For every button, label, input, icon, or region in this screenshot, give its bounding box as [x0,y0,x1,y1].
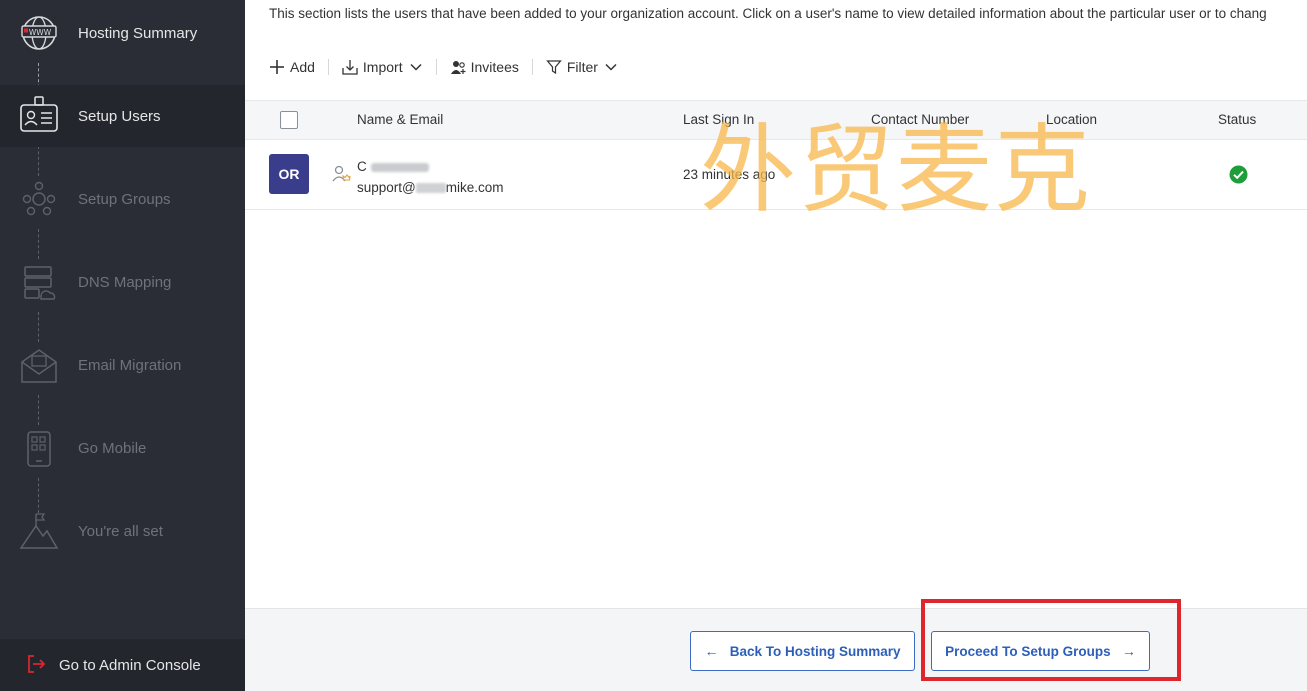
add-user-button[interactable]: Add [269,59,315,75]
invitees-label: Invitees [470,59,519,75]
globe-www-icon: WWW [16,10,62,56]
dns-server-icon [16,259,62,305]
user-card-icon [16,93,62,139]
column-header-name-email[interactable]: Name & Email [357,112,443,127]
avatar: OR [269,154,309,194]
sidebar-step-all-set[interactable]: You're all set [0,500,245,562]
sidebar-step-go-mobile[interactable]: Go Mobile [0,417,245,479]
redacted-text [370,162,429,172]
column-header-last-sign-in[interactable]: Last Sign In [683,112,754,127]
proceed-to-setup-groups-button[interactable]: Proceed To Setup Groups → [931,631,1150,671]
table-row[interactable]: OR C support@ mike.com 23 minutes ago [245,140,1307,210]
chevron-down-icon [605,63,617,71]
section-description: This section lists the users that have b… [269,6,1267,21]
filter-icon [546,60,562,75]
go-to-admin-console[interactable]: Go to Admin Console [0,639,245,691]
invitees-icon [450,61,466,74]
sidebar-step-label: Setup Users [78,107,161,125]
setup-sidebar: WWW Hosting Summary Setup Users Setup Gr… [0,0,245,691]
admin-console-label: Go to Admin Console [59,656,201,674]
sidebar-step-hosting-summary[interactable]: WWW Hosting Summary [0,2,245,64]
sidebar-step-setup-users[interactable]: Setup Users [0,85,245,147]
sidebar-step-setup-groups[interactable]: Setup Groups [0,168,245,230]
sidebar-step-label: Email Migration [78,356,182,374]
main-content: This section lists the users that have b… [245,0,1307,691]
mountain-flag-icon [16,508,62,554]
add-label: Add [290,59,315,75]
sidebar-step-label: You're all set [78,522,163,540]
sidebar-step-dns-mapping[interactable]: DNS Mapping [0,251,245,313]
sidebar-step-label: Setup Groups [78,190,171,208]
filter-dropdown[interactable]: Filter [546,59,618,75]
arrow-right-icon: → [1121,643,1136,659]
email-prefix: support@ [357,180,416,195]
user-email: support@ mike.com [357,180,504,195]
arrow-left-icon: ← [704,643,719,659]
sidebar-step-label: Go Mobile [78,439,147,457]
users-table-header: Name & Email Last Sign In Contact Number… [245,100,1307,140]
svg-text:WWW: WWW [29,28,52,37]
status-active-icon [1229,165,1248,189]
sidebar-step-label: Hosting Summary [78,24,198,42]
chevron-down-icon [410,63,422,71]
column-header-contact-number[interactable]: Contact Number [871,112,969,127]
exit-icon [26,654,46,679]
envelope-icon [16,342,62,388]
back-to-hosting-summary-button[interactable]: ← Back To Hosting Summary [690,631,915,671]
filter-label: Filter [566,59,598,75]
plus-icon [270,60,284,74]
toolbar-divider [327,59,329,75]
proceed-button-label: Proceed To Setup Groups [945,643,1111,659]
users-toolbar: Add Import Invitees Filter [269,52,618,82]
sidebar-step-label: DNS Mapping [78,273,172,291]
toolbar-divider [435,59,437,75]
toolbar-divider [531,59,533,75]
mobile-icon [16,425,62,471]
user-name[interactable]: C [357,159,429,174]
column-header-status[interactable]: Status [1218,112,1256,127]
import-dropdown[interactable]: Import [342,59,423,75]
admin-user-icon [331,164,351,189]
back-button-label: Back To Hosting Summary [729,643,901,659]
redacted-text [415,183,446,194]
group-icon [16,176,62,222]
user-name-text: C [357,159,367,174]
column-header-location[interactable]: Location [1046,112,1097,127]
email-suffix: mike.com [445,180,504,195]
wizard-footer: ← Back To Hosting Summary Proceed To Set… [245,599,1307,691]
select-all-checkbox[interactable] [280,111,298,129]
last-sign-in-value: 23 minutes ago [683,167,776,182]
sidebar-step-email-migration[interactable]: Email Migration [0,334,245,396]
invitees-button[interactable]: Invitees [450,59,519,75]
import-icon [342,60,358,75]
import-label: Import [362,59,403,75]
